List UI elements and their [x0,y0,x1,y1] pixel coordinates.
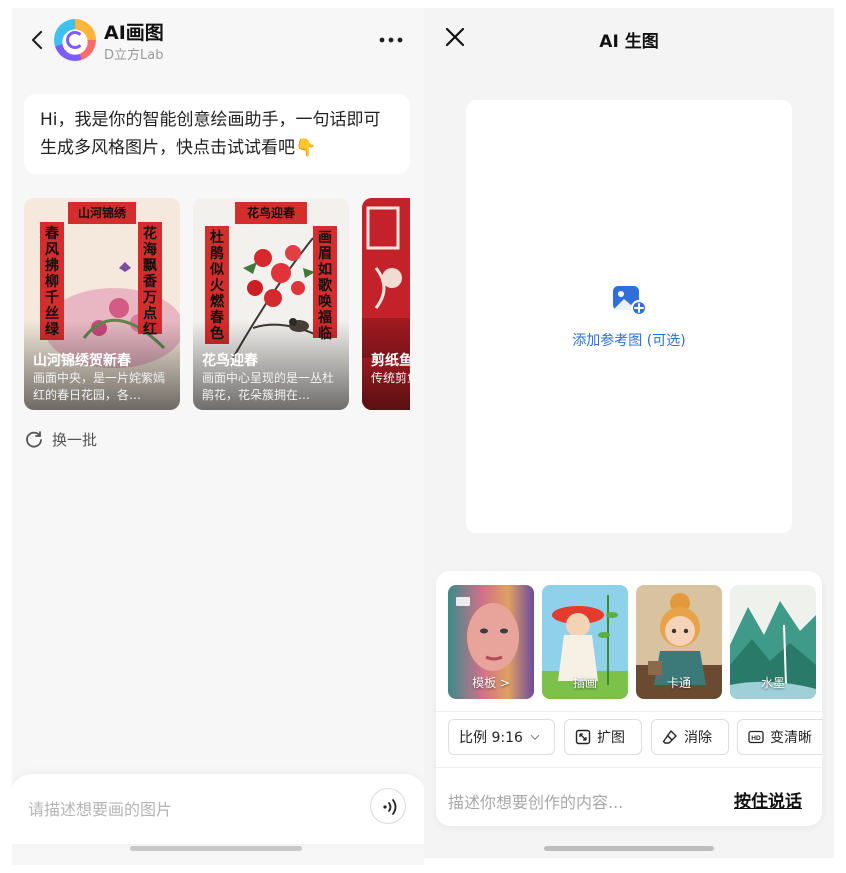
prompt-input-bar: 请描述想要画的图片 [12,774,424,844]
expand-label: 扩图 [597,730,625,746]
style-option-cartoon[interactable]: 卡通 [636,585,722,699]
card-description: 传统剪鱼挂在 [371,371,410,385]
refresh-label: 换一批 [52,430,98,449]
card-description: 画面中心呈现的是一丛杜鹃花，花朵簇拥在… [202,371,335,402]
ai-image-generator-screen: AI 生图 添加参考图 (可选) 模板 > 插画 卡通 水墨 比例 9:16 扩… [424,8,834,858]
card-title: 山河锦绣贺新春 [33,353,131,369]
divider [436,767,822,768]
more-options-icon[interactable] [377,30,405,50]
add-reference-label: 添加参考图 (可选) [572,333,686,349]
hold-to-talk-button[interactable]: 按住说话 [734,787,802,812]
add-image-icon [613,286,647,316]
back-chevron-icon[interactable] [28,28,48,52]
voice-wave-icon [383,799,397,815]
enhance-label: 变清晰 [770,730,812,746]
svg-text:HD: HD [751,735,761,742]
page-title: AI 生图 [599,32,659,52]
eraser-icon [662,730,677,744]
enhance-clarity-button[interactable]: HD 变清晰 [737,719,822,755]
style-option-ink-wash[interactable]: 水墨 [730,585,816,699]
bot-avatar[interactable] [54,19,96,61]
refresh-examples-button[interactable]: 换一批 [24,428,97,450]
style-option-template[interactable]: 模板 > [448,585,534,699]
prompt-input[interactable]: 请描述想要画的图片 [28,796,172,820]
voice-input-button[interactable] [370,788,406,824]
card-title: 剪纸鱼 [371,353,410,369]
chat-screen: AI画图 D立方Lab Hi，我是你的智能创意绘画助手，一句话即可生成多风格图片… [12,8,424,865]
greeting-message: Hi，我是你的智能创意绘画助手，一句话即可生成多风格图片，快点击试试看吧👇 [24,94,410,174]
add-reference-image-area[interactable]: 添加参考图 (可选) [466,100,792,533]
style-label: 水墨 [760,676,785,690]
style-label: 卡通 [666,676,691,690]
expand-icon [575,729,591,745]
refresh-icon [26,431,42,448]
erase-button[interactable]: 消除 [651,719,729,755]
aspect-ratio-dropdown[interactable]: 比例 9:16 [448,719,555,755]
example-card[interactable]: 花鸟迎春 杜鹃似火燃春色 画眉如歌唤福临 花鸟迎春 画面中心呈现的是一丛杜鹃花，… [193,198,349,410]
prompt-input[interactable]: 描述你想要创作的内容... [448,789,623,813]
bot-name: AI画图 [104,22,164,44]
hd-icon: HD [748,730,764,744]
home-indicator [544,846,714,851]
style-label: 模板 > [472,676,510,690]
example-card[interactable]: 剪纸鱼 传统剪鱼挂在 [362,198,410,410]
style-option-illustration[interactable]: 插画 [542,585,628,699]
card-banner: 花鸟迎春 [246,206,295,220]
chat-header: AI画图 D立方Lab [12,8,424,72]
style-carousel: 模板 > 插画 卡通 水墨 [448,585,822,701]
card-title: 花鸟迎春 [202,353,258,369]
expand-image-button[interactable]: 扩图 [564,719,642,755]
home-indicator [130,846,302,851]
example-cards-carousel: 山河锦绣 春风拂柳千丝绿 花海飘香万点红 山河锦绣贺新春 画面中央，是一片姹紫嫣… [24,198,410,410]
erase-label: 消除 [684,730,712,746]
aspect-ratio-label: 比例 9:16 [459,730,523,746]
bot-publisher: D立方Lab [104,48,164,63]
tool-row: 比例 9:16 扩图 消除 HD 变清晰 [448,719,822,755]
example-card[interactable]: 山河锦绣 春风拂柳千丝绿 花海飘香万点红 山河锦绣贺新春 画面中央，是一片姹紫嫣… [24,198,180,410]
card-banner: 山河锦绣 [77,206,126,220]
card-description: 画面中央，是一片姹紫嫣红的春日花园，各… [33,371,166,402]
generation-panel: 模板 > 插画 卡通 水墨 比例 9:16 扩图 消除 HD 变清晰 描述你想要… [436,571,822,826]
divider [436,711,822,712]
chevron-down-icon [530,734,540,741]
style-label: 插画 [572,676,597,690]
